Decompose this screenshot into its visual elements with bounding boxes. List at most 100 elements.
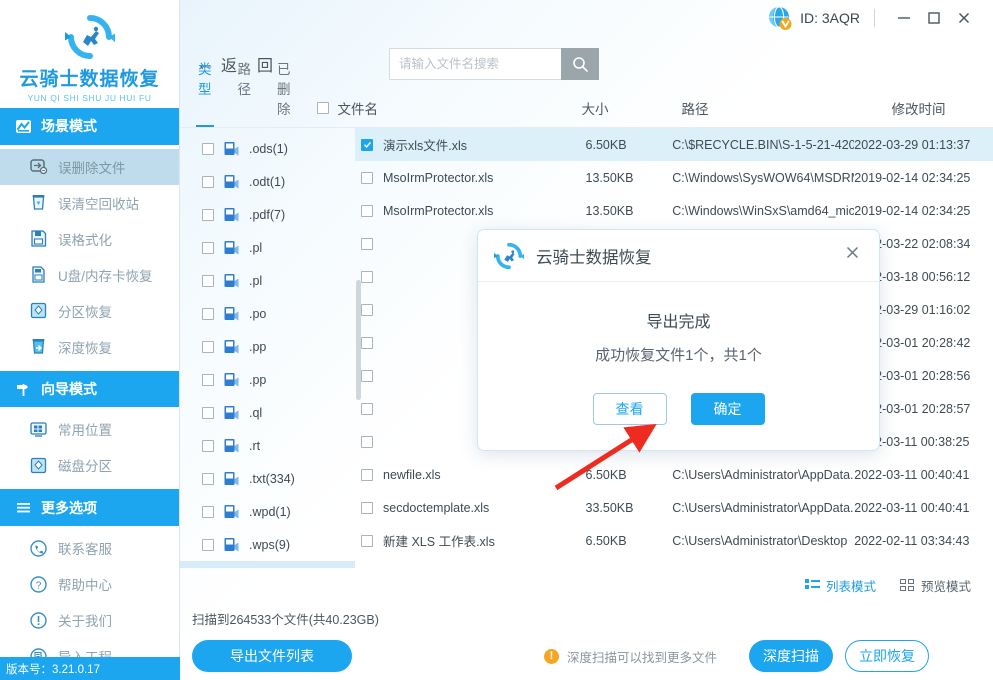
file-time: 2022-03-29 01:13:37 [854, 137, 971, 152]
view-mode-preview[interactable]: 预览模式 [899, 576, 971, 595]
sidebar-items-wizard: 常用位置 磁盘分区 [0, 407, 179, 489]
file-type-row[interactable]: .po [180, 297, 355, 330]
sidebar-item-common-location[interactable]: 常用位置 [0, 411, 179, 447]
row-checkbox[interactable] [361, 369, 373, 382]
sidebar-item-recycle-bin[interactable]: 误清空回收站 [0, 185, 179, 221]
deep-scan-button[interactable]: 深度扫描 [749, 640, 834, 672]
sidebar-item-usb-card[interactable]: U盘/内存卡恢复 [0, 257, 179, 293]
file-type-row[interactable]: .pl [180, 264, 355, 297]
sidebar-item-deleted-file[interactable]: 误删除文件 [0, 148, 179, 185]
dialog-confirm-button[interactable]: 确定 [690, 393, 765, 425]
scan-summary: 扫描到264533个文件(共40.23GB) [192, 613, 379, 627]
type-checkbox[interactable] [202, 340, 214, 353]
file-type-row[interactable]: .pdf(7) [180, 198, 355, 231]
type-checkbox[interactable] [202, 406, 214, 419]
account-id-block[interactable]: ID: 3AQR [767, 5, 860, 31]
sidebar-item-about-us[interactable]: 关于我们 [0, 602, 179, 638]
tab-path[interactable]: 路径 [238, 58, 252, 127]
type-checkbox[interactable] [202, 241, 214, 254]
table-header: 类型 路径 已删除 文件名 大小 路径 修改时间 [180, 62, 993, 128]
tab-label: 已删除 [277, 62, 291, 117]
file-type-row[interactable]: .txt(334) [180, 462, 355, 495]
file-type-row[interactable]: .wpd(1) [180, 495, 355, 528]
row-checkbox[interactable] [361, 402, 373, 415]
dialog-view-button[interactable]: 查看 [592, 393, 667, 425]
sidebar-item-disk-partition[interactable]: 磁盘分区 [0, 447, 179, 483]
minimize-icon[interactable] [889, 4, 919, 32]
sidebar-group-scene-mode[interactable]: 场景模式 [0, 108, 179, 145]
file-type-row[interactable]: .pp [180, 363, 355, 396]
file-list-scrollbar[interactable] [356, 280, 361, 400]
file-type-row[interactable]: .odt(1) [180, 165, 355, 198]
row-checkbox[interactable] [361, 303, 373, 316]
sidebar-items-scene: 误删除文件 误清空回收站 误格式化 U盘/内存卡恢复 分区恢复 深度恢复 [0, 145, 179, 371]
file-type-row[interactable]: .rt [180, 429, 355, 462]
table-row[interactable]: MsoIrmProtector.xls 13.50KB C:\Windows\Win… [355, 194, 993, 227]
list-mode-icon [804, 579, 820, 589]
type-checkbox[interactable] [202, 472, 214, 485]
xls-file-icon [224, 274, 239, 288]
view-mode-list[interactable]: 列表模式 [804, 576, 876, 595]
row-checkbox-checked[interactable] [361, 138, 373, 151]
row-checkbox[interactable] [361, 468, 373, 481]
file-type-row[interactable]: .ql [180, 396, 355, 429]
warning-icon: ! [544, 648, 559, 664]
file-type-row[interactable]: .pp [180, 330, 355, 363]
sidebar-item-deep-recovery[interactable]: 深度恢复 [0, 329, 179, 365]
sidebar-group-wizard-mode[interactable]: 向导模式 [0, 370, 179, 408]
file-type-row[interactable]: .pl [180, 231, 355, 264]
tab-deleted[interactable]: 已删除 [277, 58, 291, 127]
close-icon[interactable] [949, 4, 979, 32]
close-icon[interactable] [840, 244, 865, 267]
type-checkbox[interactable] [202, 274, 214, 287]
sidebar-item-help-center[interactable]: ? 帮助中心 [0, 566, 179, 602]
row-checkbox[interactable] [361, 435, 373, 448]
type-checkbox[interactable] [202, 175, 214, 188]
type-checkbox[interactable] [202, 505, 214, 518]
row-checkbox[interactable] [361, 204, 373, 217]
file-type-list[interactable]: .ods(1) .odt(1) .pdf(7) .pl .pl .po .pp .pp .ql.… [180, 128, 355, 568]
row-checkbox[interactable] [361, 336, 373, 349]
file-time: 2022-02-11 03:34:43 [854, 533, 970, 548]
type-checkbox[interactable] [202, 142, 214, 155]
file-type-row[interactable]: .ods(1) [180, 132, 355, 165]
sidebar-item-label: 联系客服 [58, 542, 112, 558]
export-file-list-button[interactable]: 导出文件列表 [192, 640, 352, 672]
file-path: C:\Users\Administrator\AppData... [672, 500, 855, 515]
xls-file-icon [224, 538, 239, 552]
sidebar-item-contact-support[interactable]: 联系客服 [0, 530, 179, 566]
search-button[interactable] [561, 48, 600, 80]
type-checkbox[interactable] [202, 208, 214, 221]
type-checkbox[interactable] [202, 439, 214, 452]
type-checkbox[interactable] [202, 307, 214, 320]
row-checkbox[interactable] [361, 534, 373, 547]
column-headers: 文件名 大小 路径 修改时间 [316, 98, 993, 127]
sidebar-group-more-options[interactable]: 更多选项 [0, 489, 179, 527]
table-row[interactable]: 演示xls文件.xls 6.50KB C:\$RECYCLE.BIN\S-1-5-2… [355, 128, 993, 161]
table-row[interactable]: 新建 XLS 工作表.xls 6.50KB C:\Users\Administrat… [355, 524, 993, 557]
deep-scan-hint-label: 深度扫描可以找到更多文件 [567, 650, 718, 665]
table-row[interactable]: MsoIrmProtector.xls 13.50KB C:\Windows\Sys… [355, 161, 993, 194]
type-checkbox[interactable] [202, 538, 214, 551]
row-checkbox[interactable] [361, 237, 373, 250]
search-input[interactable] [389, 48, 562, 80]
file-type-label: .odt(1) [249, 174, 286, 189]
row-checkbox[interactable] [361, 171, 373, 184]
maximize-icon[interactable] [919, 4, 949, 32]
table-row[interactable]: newfile.xls 6.50KB C:\Users\Administrator\… [355, 458, 993, 491]
row-checkbox[interactable] [361, 501, 373, 514]
row-checkbox[interactable] [361, 270, 373, 283]
disk-partition-icon [28, 455, 48, 475]
type-checkbox[interactable] [202, 373, 214, 386]
file-size: 6.50KB [585, 533, 627, 548]
about-info-icon [28, 610, 48, 630]
recover-now-button[interactable]: 立即恢复 [845, 640, 930, 672]
sidebar-item-partition-recovery[interactable]: 分区恢复 [0, 293, 179, 329]
select-all-checkbox[interactable] [316, 102, 329, 114]
sidebar-item-format[interactable]: 误格式化 [0, 221, 179, 257]
tab-type[interactable]: 类型 [196, 58, 213, 127]
table-row[interactable]: secdoctemplate.xls 33.50KB C:\Users\Admini… [355, 491, 993, 524]
file-type-row[interactable]: .xls(13) [180, 561, 355, 568]
file-type-label: .pl [249, 240, 263, 255]
file-type-row[interactable]: .wps(9) [180, 528, 355, 561]
